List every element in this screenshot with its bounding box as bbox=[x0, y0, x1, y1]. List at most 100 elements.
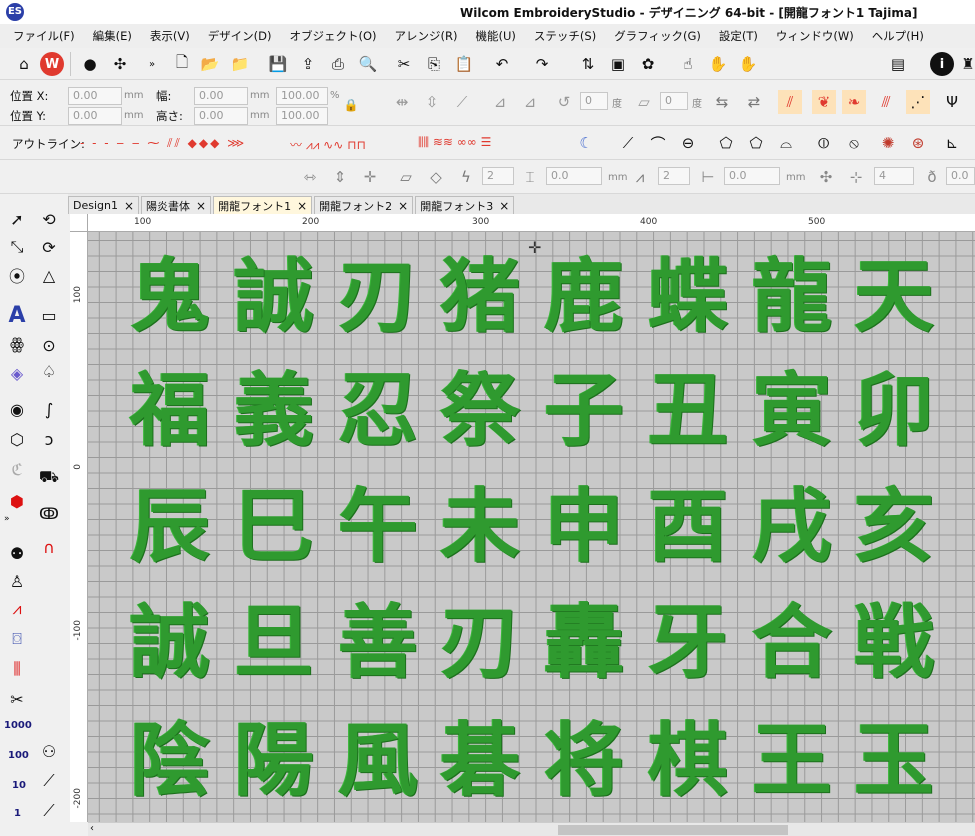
embroidery-glyph[interactable]: 誠 bbox=[224, 246, 324, 346]
depth-icon[interactable]: ð bbox=[920, 165, 944, 189]
people-icon[interactable]: ⚉ bbox=[4, 540, 30, 566]
skew-icon[interactable]: ⟋ bbox=[450, 90, 474, 114]
embroidery-glyph[interactable]: 王 bbox=[742, 710, 842, 810]
align-v-icon[interactable]: ⇕ bbox=[328, 165, 352, 189]
hook-icon[interactable]: ℭ bbox=[4, 456, 30, 482]
ruler-icon[interactable]: ▤ bbox=[886, 52, 910, 76]
fill-stitch-icon[interactable]: ⫽ bbox=[778, 90, 802, 114]
menu-item[interactable]: 設定(T) bbox=[710, 28, 767, 44]
polyline-select-icon[interactable]: ⤡ bbox=[4, 234, 30, 260]
spacing-input-3[interactable]: 2 bbox=[658, 167, 690, 185]
ellipse-icon[interactable]: ⊖ bbox=[676, 131, 700, 155]
balloon-icon[interactable]: ● bbox=[78, 52, 102, 76]
outline-patterns[interactable]: ⫼⫼ ≋≋ ∞∞ ☰ bbox=[418, 135, 566, 151]
center-icon[interactable]: ✛ bbox=[358, 165, 382, 189]
embroidery-glyph[interactable]: 酉 bbox=[638, 476, 738, 576]
embroidery-glyph[interactable]: 戌 bbox=[742, 476, 842, 576]
rough-icon[interactable]: ⫻ bbox=[874, 90, 898, 114]
step-1000[interactable]: 1000 bbox=[4, 720, 32, 731]
lettering-icon[interactable]: A bbox=[4, 302, 30, 328]
team-names-icon[interactable]: ꙮ bbox=[4, 330, 30, 356]
slant-input[interactable]: 0 bbox=[660, 92, 688, 110]
embroidery-glyph[interactable]: 合 bbox=[742, 592, 842, 692]
save-icon[interactable]: 💾 bbox=[266, 52, 290, 76]
knife-icon[interactable]: ⦶ bbox=[812, 131, 836, 155]
step-1[interactable]: 1 bbox=[14, 808, 21, 819]
zigzag-icon[interactable]: ⩘ bbox=[4, 596, 30, 622]
overflow-chevron-icon[interactable]: » bbox=[140, 52, 164, 76]
red-hexagon-icon[interactable]: ⬢ bbox=[4, 488, 30, 514]
undo-icon[interactable]: ↶ bbox=[490, 52, 514, 76]
close-tab-icon[interactable]: × bbox=[124, 199, 134, 213]
menu-item[interactable]: アレンジ(R) bbox=[386, 28, 467, 44]
x-position-input[interactable]: 0.00 bbox=[68, 87, 122, 105]
hand-icon[interactable]: ✋ bbox=[706, 52, 730, 76]
embroidery-glyph[interactable]: 祭 bbox=[430, 360, 530, 460]
align-icon[interactable]: ⊿ bbox=[488, 90, 512, 114]
step-100[interactable]: 100 bbox=[8, 750, 29, 761]
trim-icon[interactable]: ⫼ bbox=[4, 656, 30, 682]
menu-item[interactable]: デザイン(D) bbox=[199, 28, 281, 44]
home-icon[interactable]: ⌂ bbox=[12, 52, 36, 76]
stitch-length-icon[interactable]: ⩘ bbox=[628, 165, 652, 189]
embroidery-glyph[interactable]: 亥 bbox=[844, 476, 944, 576]
document-tab[interactable]: 開龍フォント1 × bbox=[213, 196, 313, 214]
lock-proportion-icon[interactable]: 🔒 bbox=[342, 96, 360, 114]
menu-item[interactable]: 機能(U) bbox=[467, 28, 525, 44]
zoom-hand-icon[interactable]: ✋ bbox=[736, 52, 760, 76]
send-icon[interactable]: ▣ bbox=[606, 52, 630, 76]
embroidery-glyph[interactable]: 鬼 bbox=[120, 246, 220, 346]
line-node-icon[interactable]: ⟋ bbox=[616, 131, 640, 155]
ellipse-tool-icon[interactable]: ⊙ bbox=[36, 332, 62, 358]
crescent-icon[interactable]: ☾ bbox=[574, 131, 598, 155]
close-tab-icon[interactable]: × bbox=[297, 199, 307, 213]
embroidery-glyph[interactable]: 忍 bbox=[328, 360, 428, 460]
wheel2-icon[interactable]: ⊛ bbox=[906, 131, 930, 155]
embroidery-glyph[interactable]: 未 bbox=[430, 476, 530, 576]
bug-icon[interactable]: ✣ bbox=[108, 52, 132, 76]
pick-icon[interactable]: ☝ bbox=[676, 52, 700, 76]
needle-icon[interactable]: ⟋ bbox=[36, 768, 62, 794]
embroidery-glyph[interactable]: 巳 bbox=[224, 476, 324, 576]
embroidery-glyph[interactable]: 猪 bbox=[430, 246, 530, 346]
scissors-icon[interactable]: ✂ bbox=[4, 686, 30, 712]
embroidery-glyph[interactable]: 碁 bbox=[430, 710, 530, 810]
align2-icon[interactable]: ⊿ bbox=[518, 90, 542, 114]
design-canvas[interactable]: ✛ 鬼誠刃猪鹿蝶龍天福義忍祭子丑寅卯辰巳午未申酉戌亥誠旦善刃轟牙合戦陰陽風碁将棋… bbox=[88, 232, 975, 822]
step-10[interactable]: 10 bbox=[12, 780, 26, 791]
magnet-icon[interactable]: ∩ bbox=[36, 534, 62, 560]
embroidery-glyph[interactable]: 玉 bbox=[844, 710, 944, 810]
embroidery-glyph[interactable]: 申 bbox=[534, 476, 634, 576]
menu-item[interactable]: ファイル(F) bbox=[4, 28, 84, 44]
document-tab[interactable]: Design1 × bbox=[68, 196, 140, 214]
close-tab-icon[interactable]: × bbox=[499, 199, 509, 213]
person-icon[interactable]: ♙ bbox=[4, 568, 30, 594]
menu-item[interactable]: 表示(V) bbox=[141, 28, 199, 44]
app-logo-icon[interactable]: ES bbox=[6, 3, 24, 21]
outline-styles[interactable]: - - - ‒ ‒ ⁓ ⫽⫽ ◆◆◆ ⋙ bbox=[80, 136, 280, 150]
expand-chevron-icon[interactable]: » bbox=[4, 514, 10, 524]
spacing-icon[interactable]: ⇄ bbox=[742, 90, 766, 114]
y-position-input[interactable]: 0.00 bbox=[68, 107, 122, 125]
star-plus-icon[interactable]: ✣ bbox=[814, 165, 838, 189]
embroidery-glyph[interactable]: 善 bbox=[328, 592, 428, 692]
reshape-node-icon[interactable]: ⟲ bbox=[36, 206, 62, 232]
lightning-icon[interactable]: ϟ bbox=[454, 165, 478, 189]
horizontal-scrollbar[interactable]: ‹ bbox=[88, 822, 975, 836]
menu-item[interactable]: ヘルプ(H) bbox=[863, 28, 933, 44]
mirror-h-icon[interactable]: ⇹ bbox=[390, 90, 414, 114]
open-folder-icon[interactable]: 📂 bbox=[198, 52, 222, 76]
embroidery-glyph[interactable]: 義 bbox=[224, 360, 324, 460]
scale-height-input[interactable]: 100.00 bbox=[276, 107, 328, 125]
split-icon[interactable]: ⦸ bbox=[842, 131, 866, 155]
scrollbar-thumb[interactable] bbox=[558, 825, 788, 835]
embroidery-glyph[interactable]: 刃 bbox=[430, 592, 530, 692]
menu-item[interactable]: ウィンドウ(W) bbox=[767, 28, 863, 44]
distribute-icon[interactable]: ▱ bbox=[394, 165, 418, 189]
hexagon-icon[interactable]: ⬡ bbox=[4, 426, 30, 452]
embroidery-glyph[interactable]: 将 bbox=[534, 710, 634, 810]
close-tab-icon[interactable]: × bbox=[196, 199, 206, 213]
reshape-icon[interactable]: ⋰ bbox=[906, 90, 930, 114]
fit-icon[interactable]: ◇ bbox=[424, 165, 448, 189]
cut-icon[interactable]: ✂ bbox=[392, 52, 416, 76]
